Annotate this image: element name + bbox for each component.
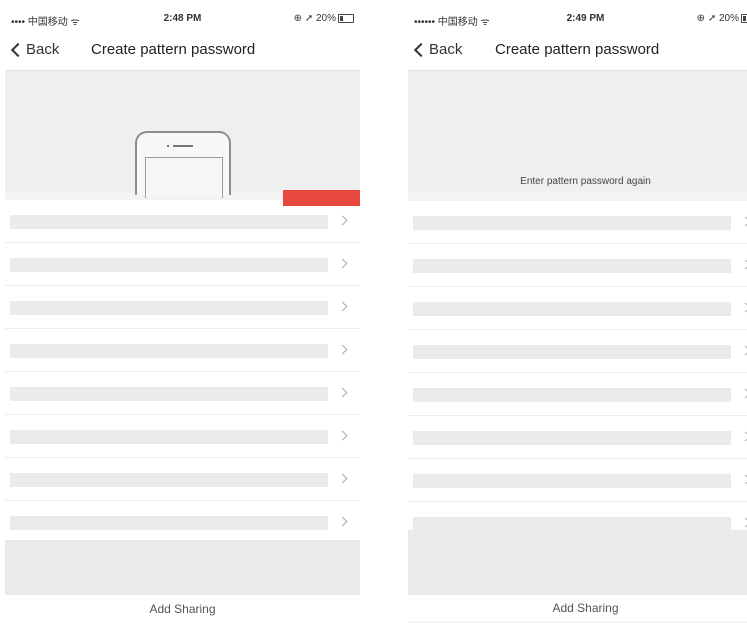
chevron-right-icon [337, 473, 348, 484]
pattern-header [5, 71, 360, 198]
battery-icon [338, 13, 354, 23]
status-right: ⊕ ➚ 20% [697, 13, 747, 24]
list-item-placeholder [413, 431, 731, 445]
list-item[interactable] [5, 415, 360, 458]
chevron-right-icon [337, 258, 348, 269]
red-progress-strip [283, 190, 360, 206]
list-item-placeholder [413, 345, 731, 359]
list-item[interactable] [5, 501, 360, 544]
list-item-placeholder [10, 258, 328, 272]
chevron-right-icon [740, 388, 747, 399]
nav-bar: Back Create pattern password [5, 34, 360, 71]
settings-list [5, 200, 360, 544]
add-sharing-button[interactable]: Add Sharing [149, 602, 215, 616]
phone-outline-icon [135, 131, 231, 198]
list-item[interactable] [408, 416, 747, 459]
chevron-right-icon [740, 345, 747, 356]
list-item-placeholder [413, 259, 731, 273]
list-item-placeholder [10, 387, 328, 401]
list-item-placeholder [413, 388, 731, 402]
chevron-right-icon [337, 301, 348, 312]
status-bar: •••• 中国移动 ᯤ 2:48 PM ⊕ ➚ 20% [5, 0, 360, 34]
chevron-right-icon [740, 431, 747, 442]
chevron-right-icon [337, 344, 348, 355]
back-label: Back [26, 41, 60, 58]
list-item-placeholder [10, 473, 328, 487]
phone-camera [167, 145, 169, 147]
battery-percent: ⊕ ➚ 20% [293, 13, 336, 24]
phone-speaker [173, 145, 193, 147]
footer: Add Sharing [408, 595, 747, 621]
list-item-placeholder [413, 517, 731, 531]
list-item[interactable] [408, 459, 747, 502]
list-item-placeholder [10, 516, 328, 530]
page-title: Create pattern password [91, 41, 256, 58]
list-item[interactable] [5, 458, 360, 501]
add-sharing-button[interactable]: Add Sharing [552, 601, 618, 615]
phone-screen [145, 157, 223, 198]
nav-bar: Back Create pattern password [408, 34, 747, 71]
back-button[interactable]: Back [413, 41, 463, 58]
list-item[interactable] [5, 243, 360, 286]
list-item-placeholder [413, 216, 731, 230]
list-item-placeholder [413, 474, 731, 488]
pattern-header: Enter pattern password again [408, 71, 747, 191]
pattern-hint: Enter pattern password again [520, 176, 651, 187]
battery-percent: ⊕ ➚ 20% [696, 13, 739, 24]
status-bar: •••••• 中国移动 ᯤ 2:49 PM ⊕ ➚ 20% [408, 0, 747, 34]
settings-list [408, 201, 747, 545]
list-item[interactable] [408, 244, 747, 287]
chevron-right-icon [740, 302, 747, 313]
list-item-placeholder [10, 301, 328, 315]
page-title: Create pattern password [495, 41, 660, 58]
chevron-right-icon [740, 474, 747, 485]
status-right: ⊕ ➚ 20% [294, 13, 354, 24]
chevron-right-icon [740, 517, 747, 528]
back-button[interactable]: Back [10, 41, 60, 58]
list-item[interactable] [408, 373, 747, 416]
chevron-right-icon [337, 516, 348, 527]
list-item-placeholder [10, 215, 328, 229]
list-item[interactable] [5, 286, 360, 329]
list-item[interactable] [408, 287, 747, 330]
footer: Add Sharing [5, 595, 360, 623]
back-label: Back [429, 41, 463, 58]
list-item[interactable] [5, 200, 360, 243]
footer-spacer [408, 530, 747, 600]
list-item-placeholder [10, 344, 328, 358]
battery-icon [741, 13, 747, 23]
chevron-right-icon [740, 259, 747, 270]
chevron-right-icon [740, 216, 747, 227]
screen-right: •••••• 中国移动 ᯤ 2:49 PM ⊕ ➚ 20% Back Creat… [408, 0, 747, 623]
chevron-right-icon [337, 430, 348, 441]
list-item[interactable] [5, 372, 360, 415]
chevron-right-icon [337, 215, 348, 226]
chevron-left-icon [413, 42, 429, 58]
chevron-left-icon [10, 42, 26, 58]
list-item-placeholder [10, 430, 328, 444]
screen-left: •••• 中国移动 ᯤ 2:48 PM ⊕ ➚ 20% Back Create … [5, 0, 360, 623]
list-item[interactable] [408, 201, 747, 244]
chevron-right-icon [337, 387, 348, 398]
list-item[interactable] [5, 329, 360, 372]
list-item-placeholder [413, 302, 731, 316]
list-item[interactable] [408, 330, 747, 373]
